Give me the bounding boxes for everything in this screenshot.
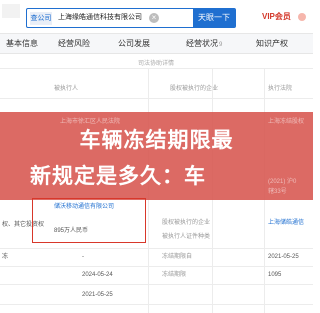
- tab-basic-info[interactable]: 基本信息: [6, 34, 38, 54]
- tab-count: 9: [219, 42, 223, 48]
- top-header: 查公司 上海缘皓通信科技有限公司 × 天眼一下 VIP会员: [0, 0, 313, 34]
- tab-label: 基本信息: [6, 39, 38, 48]
- divider: [0, 98, 313, 99]
- tab-business-risk[interactable]: 经营风险: [58, 34, 90, 54]
- divider: [0, 68, 313, 69]
- tab-label: 经营风险: [58, 39, 90, 48]
- clear-icon[interactable]: ×: [149, 13, 159, 23]
- company-link[interactable]: 上海储皓通信: [268, 218, 304, 228]
- divider: [0, 304, 313, 305]
- field-label: 冻结期限自: [162, 254, 193, 260]
- banner-faint-text: 辖33号: [268, 189, 287, 195]
- banner-faint-text: (2021) 沪0: [268, 179, 297, 185]
- field-label: 冻结期限: [162, 272, 187, 278]
- divider: [0, 284, 313, 285]
- logo: [2, 4, 20, 18]
- field-value: -: [82, 254, 84, 260]
- headline-line-1: 车辆冻结期限最: [79, 129, 234, 152]
- field-value: 2021-05-25: [268, 254, 299, 260]
- search-button[interactable]: 天眼一下: [193, 8, 235, 28]
- highlight-box: [32, 198, 146, 243]
- tab-label: 经营状况: [186, 39, 218, 48]
- column-header-executing-court: 执行法院: [268, 86, 293, 92]
- tab-label: 知识产权: [256, 39, 288, 48]
- field-value: 冻: [2, 254, 9, 260]
- avatar[interactable]: [298, 13, 306, 21]
- search-input[interactable]: 上海缘皓通信科技有限公司: [58, 9, 142, 27]
- tab-business-status[interactable]: 经营状况9: [186, 34, 222, 54]
- headline-line-2: 新规定是多久：车: [30, 165, 206, 188]
- field-label: 股权被执行的企业: [162, 220, 211, 226]
- tab-label: 公司发展: [118, 39, 150, 48]
- field-value: 1095: [268, 272, 282, 278]
- divider: [0, 266, 313, 267]
- vip-link[interactable]: VIP会员: [262, 11, 291, 22]
- search-bar[interactable]: 查公司 上海缘皓通信科技有限公司 × 天眼一下: [26, 8, 236, 28]
- nav-tabs: 基本信息 经营风险 公司发展 经营状况9 知识产权: [0, 34, 313, 54]
- field-value: 2024-05-24: [82, 272, 113, 278]
- field-label: 被执行人证件种类: [162, 234, 211, 240]
- column-header-equity-company: 股权被执行的企业: [170, 86, 219, 92]
- search-type-select[interactable]: 查公司: [30, 12, 52, 25]
- tab-company-development[interactable]: 公司发展: [118, 34, 150, 54]
- column-header-executed-person: 被执行人: [54, 86, 79, 92]
- tab-intellectual-property[interactable]: 知识产权: [256, 34, 288, 54]
- field-value: 2021-05-25: [82, 292, 113, 298]
- divider: [0, 248, 313, 249]
